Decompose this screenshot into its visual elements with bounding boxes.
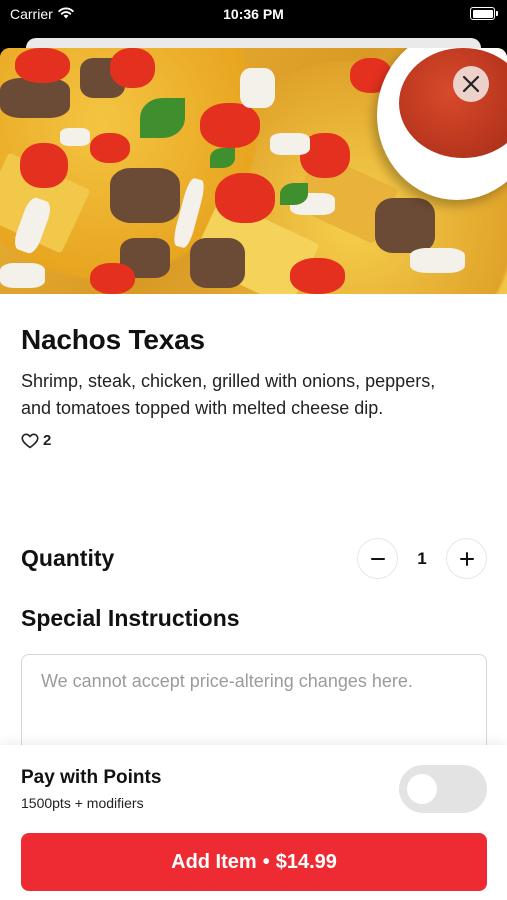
item-description: Shrimp, steak, chicken, grilled with oni… (21, 371, 436, 418)
plus-icon (459, 551, 474, 566)
bottom-panel: Pay with Points 1500pts + modifiers Add … (0, 745, 507, 900)
pay-with-points-subtitle: 1500pts + modifiers (21, 795, 144, 811)
special-instructions-label: Special Instructions (21, 605, 240, 631)
close-icon (462, 75, 480, 93)
battery-icon (470, 7, 498, 20)
item-detail-sheet: Nachos Texas Shrimp, steak, chicken, gri… (0, 48, 507, 900)
quantity-value: 1 (417, 548, 427, 568)
status-bar: Carrier 10:36 PM (0, 0, 507, 30)
toggle-knob (407, 774, 437, 804)
pay-with-points-title: Pay with Points (21, 767, 162, 788)
increment-button[interactable] (446, 538, 487, 579)
item-info: Nachos Texas Shrimp, steak, chicken, gri… (21, 324, 486, 449)
pay-with-points-toggle[interactable] (399, 765, 487, 813)
status-time: 10:36 PM (223, 6, 284, 22)
add-item-label: Add Item (171, 850, 257, 873)
salsa-bowl (377, 48, 507, 200)
close-button[interactable] (453, 66, 489, 102)
decrement-button[interactable] (357, 538, 398, 579)
heart-icon (21, 433, 39, 448)
quantity-label: Quantity (21, 545, 115, 571)
add-item-separator: • (262, 850, 270, 873)
minus-icon (370, 557, 385, 560)
likes-button[interactable]: 2 (21, 432, 486, 449)
likes-count: 2 (43, 432, 52, 449)
add-item-button[interactable]: Add Item • $14.99 (21, 833, 487, 891)
quantity-row: Quantity 1 (21, 538, 487, 580)
item-title: Nachos Texas (21, 324, 205, 355)
quantity-stepper: 1 (357, 538, 487, 579)
nachos-photo (0, 48, 507, 294)
add-item-price: $14.99 (275, 850, 337, 873)
